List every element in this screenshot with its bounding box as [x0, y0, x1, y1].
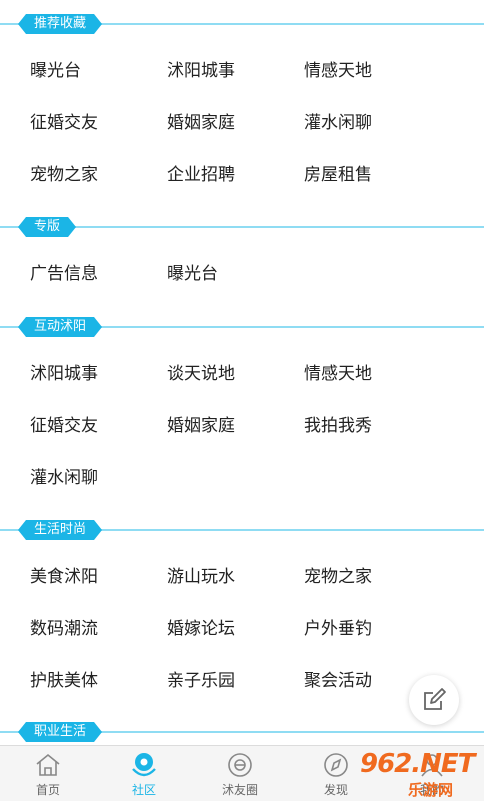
forum-item[interactable]: 曝光台	[167, 248, 304, 300]
discover-icon	[324, 753, 348, 777]
section-title: 职业生活	[18, 722, 102, 742]
forum-item[interactable]: 曝光台	[30, 45, 167, 97]
community-icon	[132, 753, 156, 777]
circle-icon	[228, 753, 252, 777]
forum-item[interactable]: 宠物之家	[30, 149, 167, 201]
forum-item[interactable]: 美食沭阳	[30, 551, 167, 603]
section-special: 专版 广告信息 曝光台	[0, 213, 484, 300]
forum-item[interactable]: 征婚交友	[30, 400, 167, 452]
section-title: 专版	[18, 217, 76, 237]
section-header: 互动沭阳	[0, 313, 484, 341]
tab-label: 社区	[131, 783, 156, 797]
forum-item[interactable]: 户外垂钓	[304, 603, 441, 655]
forum-item[interactable]: 灌水闲聊	[304, 97, 441, 149]
section-career: 职业生活	[0, 718, 484, 745]
section-header: 生活时尚	[0, 516, 484, 544]
section-title: 推荐收藏	[18, 14, 102, 34]
section-header: 专版	[0, 213, 484, 241]
forum-item[interactable]: 广告信息	[30, 248, 167, 300]
forum-grid: 美食沭阳 游山玩水 宠物之家 数码潮流 婚嫁论坛 户外垂钓 护肤美体 亲子乐园 …	[0, 551, 484, 707]
tab-label: 沭友圈	[221, 783, 258, 797]
tab-community[interactable]: 社区	[96, 746, 192, 801]
tab-label: 发现	[323, 783, 348, 797]
forum-item[interactable]: 沭阳城事	[167, 45, 304, 97]
tab-circle[interactable]: 沭友圈	[192, 746, 288, 801]
forum-item[interactable]: 房屋租售	[304, 149, 441, 201]
forum-item[interactable]: 情感天地	[304, 45, 441, 97]
section-interactive: 互动沭阳 沭阳城事 谈天说地 情感天地 征婚交友 婚姻家庭 我拍我秀 灌水闲聊	[0, 313, 484, 504]
forum-item[interactable]: 情感天地	[304, 348, 441, 400]
section-header: 职业生活	[0, 718, 484, 745]
tab-label: 首页	[35, 783, 60, 797]
tab-home[interactable]: 首页	[0, 746, 96, 801]
section-recommended: 推荐收藏 曝光台 沭阳城事 情感天地 征婚交友 婚姻家庭 灌水闲聊 宠物之家 企…	[0, 10, 484, 201]
forum-item[interactable]: 婚嫁论坛	[167, 603, 304, 655]
section-title: 互动沭阳	[18, 317, 102, 337]
forum-item[interactable]: 谈天说地	[167, 348, 304, 400]
forum-item[interactable]: 沭阳城事	[30, 348, 167, 400]
forum-item[interactable]: 亲子乐园	[167, 655, 304, 707]
forum-grid: 沭阳城事 谈天说地 情感天地 征婚交友 婚姻家庭 我拍我秀 灌水闲聊	[0, 348, 484, 504]
forum-item[interactable]: 婚姻家庭	[167, 97, 304, 149]
section-lifestyle: 生活时尚 美食沭阳 游山玩水 宠物之家 数码潮流 婚嫁论坛 户外垂钓 护肤美体 …	[0, 516, 484, 707]
site-watermark: 962.NET 乐游网	[350, 745, 484, 800]
section-title: 生活时尚	[18, 520, 102, 540]
edit-icon	[424, 688, 446, 710]
forum-item[interactable]: 护肤美体	[30, 655, 167, 707]
forum-item[interactable]: 婚姻家庭	[167, 400, 304, 452]
forum-item[interactable]: 企业招聘	[167, 149, 304, 201]
forum-item[interactable]: 灌水闲聊	[30, 452, 167, 504]
forum-item[interactable]: 游山玩水	[167, 551, 304, 603]
new-post-button[interactable]	[409, 675, 459, 725]
forum-item[interactable]: 征婚交友	[30, 97, 167, 149]
home-icon	[36, 753, 60, 776]
forum-grid: 广告信息 曝光台	[0, 248, 484, 300]
watermark-subtitle: 乐游网	[408, 781, 454, 799]
watermark-brand: 962.NET	[360, 749, 475, 779]
forum-item[interactable]: 我拍我秀	[304, 400, 441, 452]
forum-grid: 曝光台 沭阳城事 情感天地 征婚交友 婚姻家庭 灌水闲聊 宠物之家 企业招聘 房…	[0, 45, 484, 201]
forum-item[interactable]: 数码潮流	[30, 603, 167, 655]
forum-item[interactable]: 宠物之家	[304, 551, 441, 603]
section-header: 推荐收藏	[0, 10, 484, 38]
forum-list: 推荐收藏 曝光台 沭阳城事 情感天地 征婚交友 婚姻家庭 灌水闲聊 宠物之家 企…	[0, 0, 484, 745]
